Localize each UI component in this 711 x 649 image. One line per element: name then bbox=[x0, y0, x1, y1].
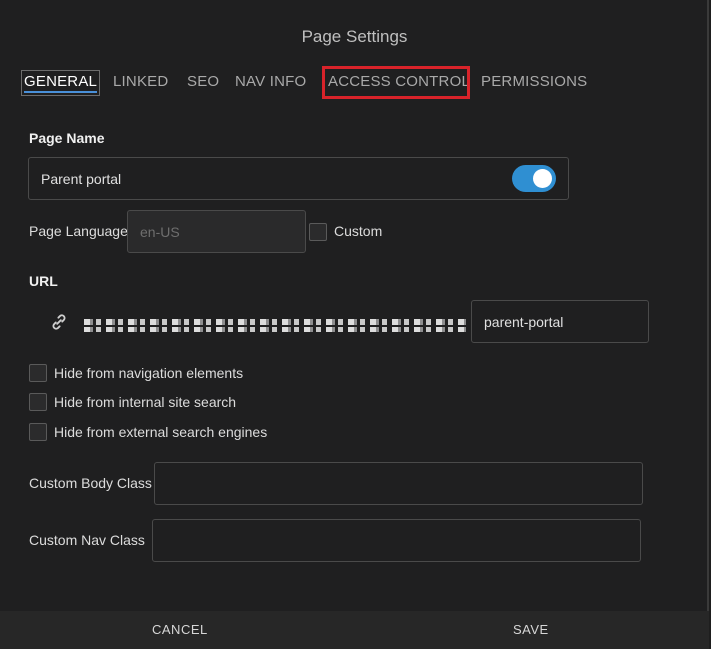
dialog-title: Page Settings bbox=[301, 27, 408, 46]
custom-language-checkbox[interactable] bbox=[309, 223, 327, 241]
tab-seo[interactable]: SEO bbox=[187, 73, 219, 90]
tab-linked[interactable]: LINKED bbox=[113, 73, 168, 90]
toggle-knob bbox=[533, 169, 552, 188]
hide-external-search-checkbox[interactable] bbox=[29, 423, 47, 441]
cancel-button[interactable]: CANCEL bbox=[152, 622, 208, 637]
url-slug-field[interactable]: parent-portal bbox=[471, 300, 649, 343]
url-prefix-redacted bbox=[84, 312, 466, 332]
url-slug-value: parent-portal bbox=[484, 313, 564, 330]
page-name-value: Parent portal bbox=[41, 170, 122, 187]
tab-nav-info[interactable]: NAV INFO bbox=[235, 73, 306, 90]
dialog-footer: CANCEL SAVE bbox=[0, 611, 709, 649]
page-language-field: en-US bbox=[127, 210, 306, 253]
custom-language-label: Custom bbox=[334, 223, 383, 239]
hide-internal-search-checkbox[interactable] bbox=[29, 393, 47, 411]
page-settings-dialog: Page Settings GENERAL LINKED SEO NAV INF… bbox=[0, 0, 709, 649]
hide-navigation-label: Hide from navigation elements bbox=[54, 365, 244, 381]
custom-body-class-label: Custom Body Class bbox=[29, 475, 152, 491]
page-language-label: Page Language bbox=[29, 223, 128, 239]
page-language-placeholder: en-US bbox=[140, 223, 180, 240]
page-name-label: Page Name bbox=[29, 130, 105, 146]
page-enabled-toggle[interactable] bbox=[512, 165, 556, 192]
hide-navigation-checkbox[interactable] bbox=[29, 364, 47, 382]
url-label: URL bbox=[29, 273, 58, 289]
hide-external-search-label: Hide from external search engines bbox=[54, 424, 268, 440]
link-icon bbox=[52, 314, 66, 330]
save-button[interactable]: SAVE bbox=[513, 622, 549, 637]
hide-internal-search-label: Hide from internal site search bbox=[54, 394, 237, 410]
page-name-field[interactable]: Parent portal bbox=[28, 157, 569, 200]
tab-permissions[interactable]: PERMISSIONS bbox=[481, 73, 587, 90]
tab-general[interactable]: GENERAL bbox=[20, 70, 101, 96]
custom-body-class-input[interactable] bbox=[154, 462, 643, 505]
custom-nav-class-input[interactable] bbox=[152, 519, 641, 562]
custom-nav-class-label: Custom Nav Class bbox=[29, 532, 145, 548]
access-control-highlight bbox=[322, 66, 470, 99]
